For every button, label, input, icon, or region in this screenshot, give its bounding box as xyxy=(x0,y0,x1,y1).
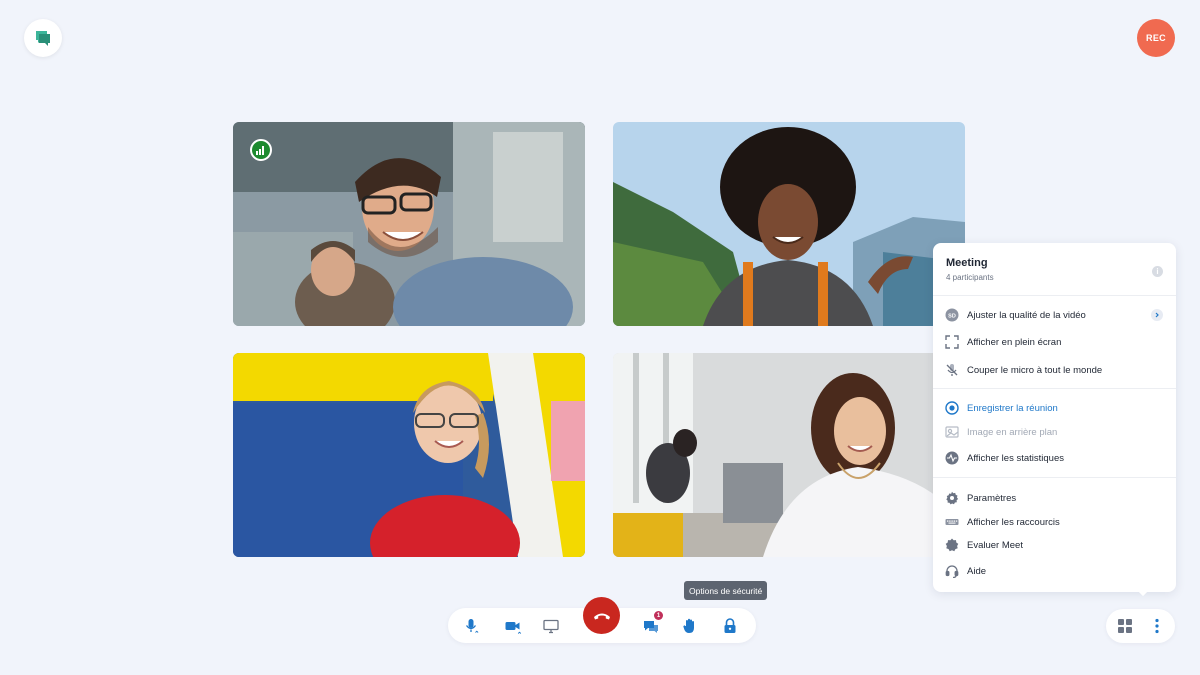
menu-item-mute-all[interactable]: Couper le micro à tout le monde xyxy=(945,360,1167,380)
more-vertical-icon xyxy=(1155,618,1159,634)
menu-item-statistics[interactable]: Afficher les statistiques xyxy=(945,448,1167,468)
participant-video xyxy=(233,353,585,557)
chevron-right-icon xyxy=(1151,309,1163,321)
camera-button[interactable] xyxy=(504,617,522,635)
menu-item-label: Aide xyxy=(967,565,987,577)
view-controls xyxy=(1106,609,1175,643)
mic-off-icon xyxy=(945,363,959,377)
mic-icon xyxy=(465,619,479,633)
menu-item-label: Afficher les raccourcis xyxy=(967,516,1060,528)
menu-item-fullscreen[interactable]: Afficher en plein écran xyxy=(945,332,1167,352)
menu-item-shortcuts[interactable]: Afficher les raccourcis xyxy=(945,512,1167,532)
menu-divider xyxy=(933,477,1176,478)
menu-item-label: Couper le micro à tout le monde xyxy=(967,364,1103,376)
video-tile-4[interactable] xyxy=(613,353,965,557)
menu-item-label: Evaluer Meet xyxy=(967,539,1023,551)
fullscreen-icon xyxy=(945,335,959,349)
connection-signal-icon xyxy=(250,139,272,161)
security-tooltip: Options de sécurité xyxy=(684,581,768,600)
chat-unread-badge: 1 xyxy=(654,611,663,620)
hangup-button[interactable] xyxy=(583,597,620,634)
menu-item-settings[interactable]: Paramètres xyxy=(945,488,1167,508)
hangup-icon xyxy=(593,613,610,619)
menu-divider xyxy=(933,388,1176,389)
lock-icon xyxy=(724,618,736,633)
menu-item-video-quality[interactable]: SD Ajuster la qualité de la vidéo xyxy=(945,305,1167,325)
star-badge-icon xyxy=(945,538,959,552)
menu-divider xyxy=(933,295,1176,296)
grid-view-button[interactable] xyxy=(1116,617,1134,635)
screen-share-icon xyxy=(543,619,559,634)
record-button[interactable]: REC xyxy=(1137,19,1175,57)
headset-icon xyxy=(945,564,959,578)
info-icon[interactable]: i xyxy=(1152,266,1163,277)
menu-item-label: Image en arrière plan xyxy=(967,426,1058,438)
menu-title: Meeting xyxy=(946,257,988,269)
menu-item-label: Afficher en plein écran xyxy=(967,336,1062,348)
raise-hand-button[interactable] xyxy=(681,617,699,635)
menu-item-label: Enregistrer la réunion xyxy=(967,402,1058,414)
menu-item-label: Ajuster la qualité de la vidéo xyxy=(967,309,1086,321)
menu-item-background[interactable]: Image en arrière plan xyxy=(945,422,1167,442)
video-tile-2[interactable] xyxy=(613,122,965,326)
menu-item-help[interactable]: Aide xyxy=(945,561,1167,581)
more-options-button[interactable] xyxy=(1148,617,1166,635)
record-icon xyxy=(945,401,959,415)
grid-view-icon xyxy=(1118,619,1132,633)
video-tile-3[interactable] xyxy=(233,353,585,557)
sd-quality-icon: SD xyxy=(945,308,959,322)
menu-item-record[interactable]: Enregistrer la réunion xyxy=(945,398,1167,418)
participant-count: 4 participants xyxy=(946,273,994,282)
svg-text:SD: SD xyxy=(948,313,956,319)
video-tile-1[interactable] xyxy=(233,122,585,326)
gear-icon xyxy=(945,491,959,505)
mic-button[interactable] xyxy=(462,617,480,635)
participant-video xyxy=(233,122,585,326)
menu-pointer xyxy=(1136,590,1150,598)
chat-logo-icon xyxy=(36,31,50,46)
keyboard-icon xyxy=(945,515,959,529)
app-logo xyxy=(24,19,62,57)
screen-share-button[interactable] xyxy=(542,617,560,635)
menu-item-label: Afficher les statistiques xyxy=(967,452,1064,464)
stats-icon xyxy=(945,451,959,465)
more-options-menu: Meeting 4 participants i SD Ajuster la q… xyxy=(933,243,1176,592)
security-button[interactable] xyxy=(721,617,739,635)
menu-item-rate[interactable]: Evaluer Meet xyxy=(945,535,1167,555)
raise-hand-icon xyxy=(683,618,694,633)
camera-icon xyxy=(505,622,522,634)
menu-item-label: Paramètres xyxy=(967,492,1017,504)
background-image-icon xyxy=(945,425,959,439)
participant-video xyxy=(613,353,965,557)
participant-video xyxy=(613,122,965,326)
